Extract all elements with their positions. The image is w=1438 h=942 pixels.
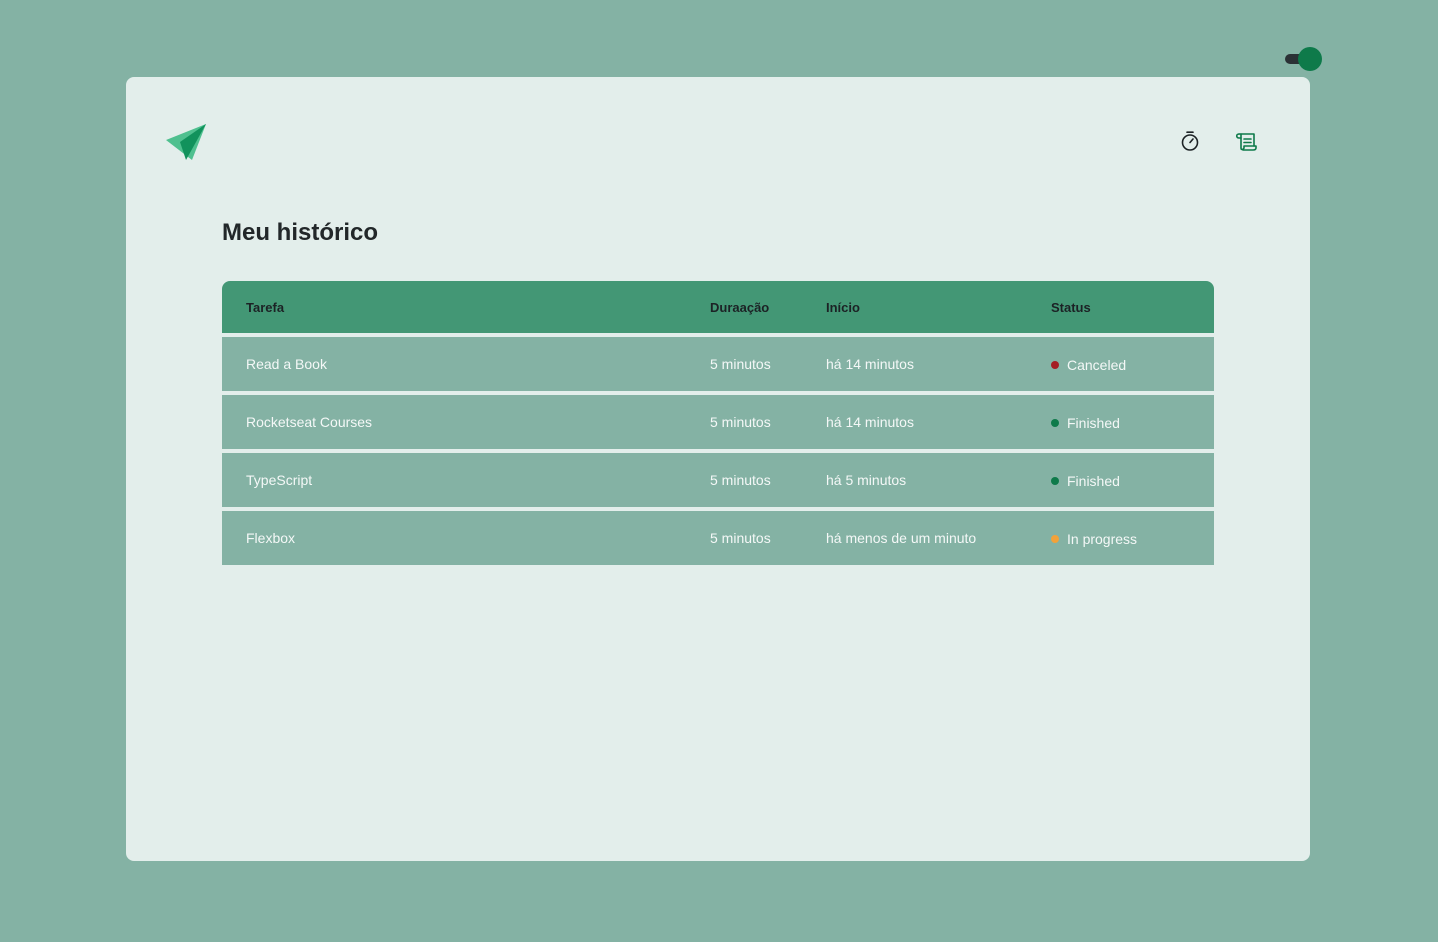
task-cell: TypeScript	[222, 453, 710, 507]
column-header-start: Início	[826, 281, 1051, 333]
status-badge: Finished	[1051, 473, 1120, 489]
duration-cell: 5 minutos	[710, 453, 826, 507]
column-header-task: Tarefa	[222, 281, 710, 333]
status-cell: Finished	[1051, 395, 1214, 449]
duration-cell: 5 minutos	[710, 395, 826, 449]
status-badge: Canceled	[1051, 357, 1126, 373]
nav-timer-button[interactable]	[1174, 125, 1206, 157]
status-label: Finished	[1067, 414, 1120, 431]
duration-cell: 5 minutos	[710, 337, 826, 391]
status-label: Finished	[1067, 472, 1120, 489]
table-header: Tarefa Duraação Início Status	[222, 281, 1214, 333]
table-row: Flexbox 5 minutos há menos de um minuto …	[222, 511, 1214, 565]
task-cell: Read a Book	[222, 337, 710, 391]
table-header-row: Tarefa Duraação Início Status	[222, 281, 1214, 333]
status-dot-icon	[1051, 418, 1059, 427]
scroll-icon	[1235, 133, 1257, 151]
nav-history-button[interactable]	[1230, 125, 1262, 157]
start-cell: há 14 minutos	[826, 395, 1051, 449]
status-dot-icon	[1051, 360, 1059, 369]
status-dot-icon	[1051, 476, 1059, 485]
status-label: In progress	[1067, 530, 1138, 547]
status-cell: In progress	[1051, 511, 1214, 565]
page-title: Meu histórico	[222, 219, 379, 246]
start-cell: há 14 minutos	[826, 337, 1051, 391]
toggle-knob	[1298, 47, 1322, 71]
start-cell: há menos de um minuto	[826, 511, 1051, 565]
status-cell: Canceled	[1051, 337, 1214, 391]
theme-toggle[interactable]	[1284, 47, 1324, 71]
status-cell: Finished	[1051, 453, 1214, 507]
status-badge: In progress	[1051, 531, 1137, 547]
column-header-status: Status	[1051, 281, 1214, 333]
task-cell: Rocketseat Courses	[222, 395, 710, 449]
duration-cell: 5 minutos	[710, 511, 826, 565]
main-card: Meu histórico Tarefa Duraação Início Sta…	[126, 77, 1310, 861]
status-badge: Finished	[1051, 415, 1120, 431]
paper-plane-logo-icon	[166, 124, 206, 160]
start-cell: há 5 minutos	[826, 453, 1051, 507]
app-background: Meu histórico Tarefa Duraação Início Sta…	[0, 0, 1438, 942]
header-nav	[1174, 125, 1262, 157]
status-label: Canceled	[1067, 356, 1127, 373]
table-row: Read a Book 5 minutos há 14 minutos Canc…	[222, 337, 1214, 391]
column-header-duration: Duraação	[710, 281, 826, 333]
history-table: Tarefa Duraação Início Status Read a Boo…	[222, 277, 1214, 569]
table-row: Rocketseat Courses 5 minutos há 14 minut…	[222, 395, 1214, 449]
timer-icon	[1181, 131, 1199, 151]
table-body: Read a Book 5 minutos há 14 minutos Canc…	[222, 337, 1214, 565]
task-cell: Flexbox	[222, 511, 710, 565]
status-dot-icon	[1051, 534, 1059, 543]
table-row: TypeScript 5 minutos há 5 minutos Finish…	[222, 453, 1214, 507]
